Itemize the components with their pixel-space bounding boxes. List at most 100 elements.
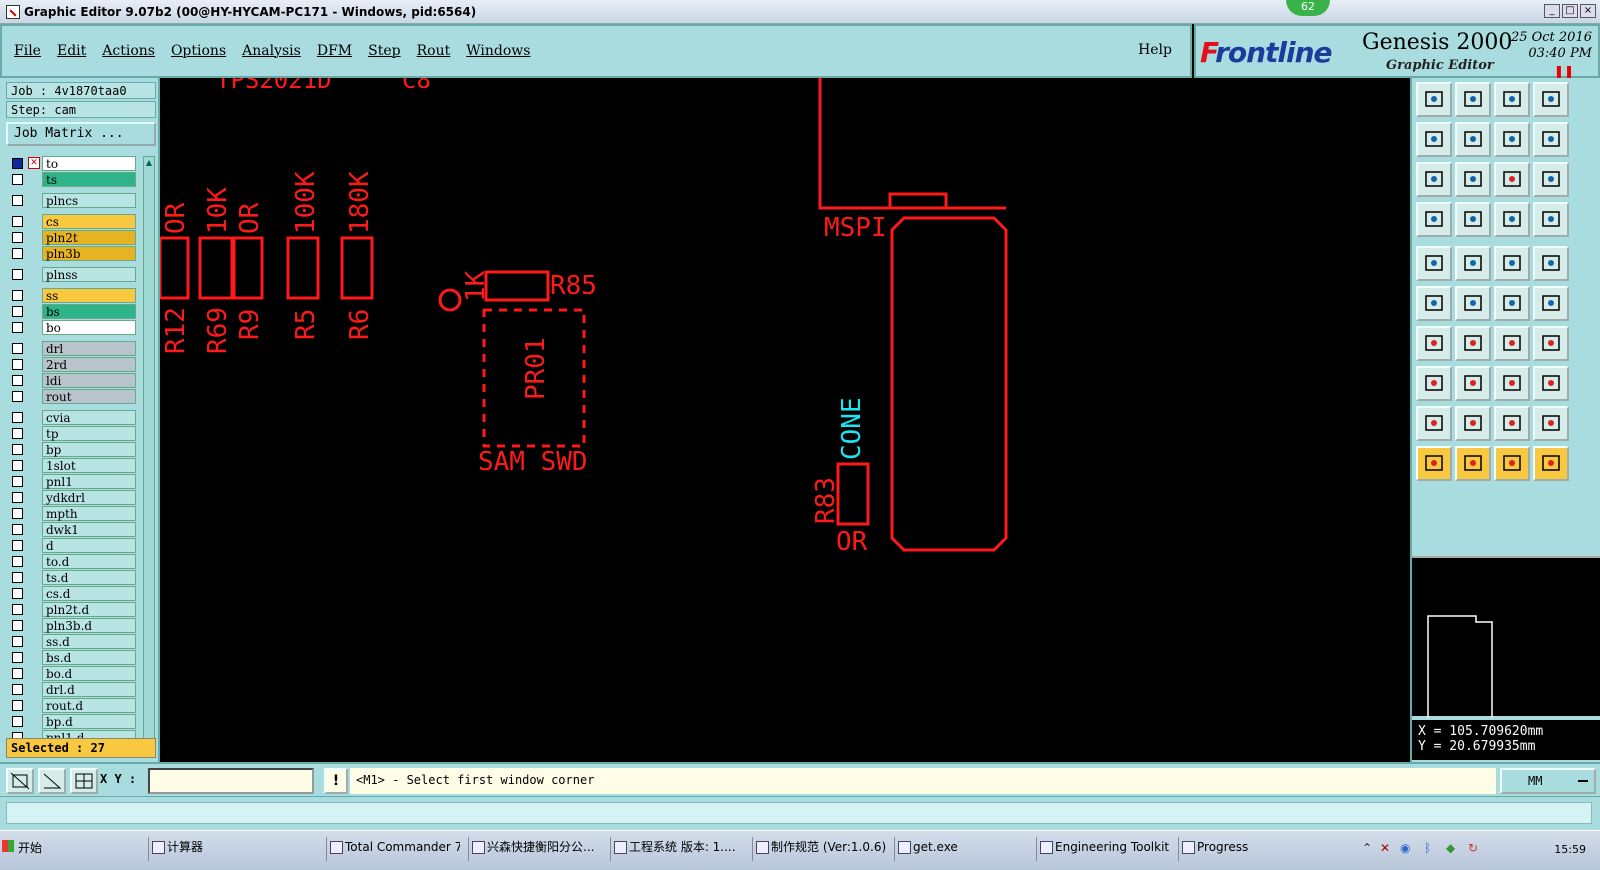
layer-row[interactable]: plnss — [10, 267, 138, 282]
layer-row[interactable]: rout.d — [10, 698, 138, 713]
text4-icon[interactable] — [1533, 406, 1569, 441]
menu-edit[interactable]: Edit — [57, 43, 86, 59]
zoom-window-icon[interactable] — [6, 768, 34, 794]
task-spec[interactable]: 制作规范 (Ver:1.0.6) — [752, 837, 886, 861]
layer-checkbox[interactable] — [12, 460, 23, 471]
task-total-commander[interactable]: Total Commander 7.0... — [326, 837, 460, 861]
pan-icon[interactable] — [1494, 122, 1530, 157]
start-button[interactable]: 开始 — [2, 839, 42, 856]
warning-icon[interactable]: ! — [324, 768, 348, 794]
minimize-button[interactable]: _ — [1544, 4, 1560, 18]
zoom-in-icon[interactable] — [1416, 162, 1452, 197]
text-icon[interactable] — [1416, 406, 1452, 441]
task-progress[interactable]: Progress — [1178, 837, 1312, 861]
tray-chevron-icon[interactable]: ⌃ — [1362, 841, 1372, 855]
connect-icon[interactable] — [1494, 286, 1530, 321]
group-icon[interactable] — [1533, 366, 1569, 401]
layer-row[interactable]: ts.d — [10, 570, 138, 585]
layer-checkbox[interactable] — [12, 232, 23, 243]
layer-row[interactable]: bs — [10, 304, 138, 319]
tray-x-icon[interactable]: ✕ — [1380, 841, 1390, 855]
tray-bluetooth-icon[interactable]: ᛒ — [1424, 841, 1431, 855]
layer-row[interactable]: drl.d — [10, 682, 138, 697]
dim-icon[interactable] — [1494, 366, 1530, 401]
minus-icon[interactable] — [1455, 366, 1491, 401]
select4-icon[interactable] — [1533, 446, 1569, 481]
layer-row[interactable]: 2rd — [10, 357, 138, 372]
text3-icon[interactable] — [1494, 406, 1530, 441]
save-icon[interactable] — [1455, 82, 1491, 117]
layer-row[interactable]: bp.d — [10, 714, 138, 729]
layer-row[interactable]: d — [10, 538, 138, 553]
layer-checkbox[interactable] — [12, 604, 23, 615]
units-selector[interactable]: MM — [1500, 768, 1596, 794]
menu-analysis[interactable]: Analysis — [242, 43, 301, 59]
line2-icon[interactable] — [1455, 326, 1491, 361]
layer-checkbox[interactable] — [12, 588, 23, 599]
layer-row[interactable]: ✕ to — [10, 156, 138, 171]
pause-icon[interactable]: ❚❚ — [1554, 64, 1574, 78]
zoom-out-icon[interactable] — [1455, 162, 1491, 197]
task-calculator[interactable]: 计算器 — [148, 837, 286, 861]
layer-checkbox[interactable] — [12, 359, 23, 370]
task-engineering-toolkit[interactable]: Engineering Toolkit 9.... — [1036, 837, 1170, 861]
layer-row[interactable]: pln3b — [10, 246, 138, 261]
layer-row[interactable]: plncs — [10, 193, 138, 208]
layer-checkbox[interactable] — [12, 508, 23, 519]
swap-icon[interactable] — [1533, 122, 1569, 157]
layer-row[interactable]: tp — [10, 426, 138, 441]
layer-checkbox[interactable] — [12, 290, 23, 301]
layer-row[interactable]: bs.d — [10, 650, 138, 665]
task-engineering-system[interactable]: 工程系统 版本: 1.... — [610, 837, 748, 861]
layer-row[interactable]: cs.d — [10, 586, 138, 601]
layer-checkbox[interactable] — [12, 306, 23, 317]
select2-icon[interactable] — [1455, 446, 1491, 481]
layer-checkbox[interactable] — [12, 428, 23, 439]
layer-row[interactable]: ydkdrl — [10, 490, 138, 505]
layer-checkbox[interactable] — [12, 636, 23, 647]
layer-row[interactable]: ldi — [10, 373, 138, 388]
layer-checkbox[interactable] — [12, 492, 23, 503]
layer-checkbox[interactable] — [12, 174, 23, 185]
layer-row[interactable]: bo.d — [10, 666, 138, 681]
layer-checkbox[interactable] — [12, 700, 23, 711]
scale-1to1-icon[interactable] — [1494, 162, 1530, 197]
layer-checkbox[interactable] — [12, 322, 23, 333]
job-matrix-button[interactable]: Job Matrix ... — [6, 122, 156, 146]
draw-icon[interactable] — [1455, 246, 1491, 281]
layer-checkbox[interactable] — [12, 556, 23, 567]
menu-options[interactable]: Options — [171, 43, 226, 59]
layer-checkbox[interactable] — [12, 412, 23, 423]
connect2-icon[interactable] — [1533, 286, 1569, 321]
xy-input[interactable] — [148, 768, 314, 794]
cross-icon[interactable] — [1455, 286, 1491, 321]
layer-scrollbar[interactable]: ▲ ▼ — [143, 156, 155, 754]
line-icon[interactable] — [1416, 326, 1452, 361]
task-get-exe[interactable]: get.exe — [894, 837, 1032, 861]
layer-row[interactable]: to.d — [10, 554, 138, 569]
pad-icon[interactable] — [1416, 366, 1452, 401]
record-icon[interactable] — [1416, 246, 1452, 281]
layer-row[interactable]: bp — [10, 442, 138, 457]
layer-select-icon[interactable] — [1533, 202, 1569, 237]
menu-windows[interactable]: Windows — [466, 43, 530, 59]
help-icon[interactable] — [1533, 162, 1569, 197]
layer-checkbox[interactable] — [12, 684, 23, 695]
menu-dfm[interactable]: DFM — [317, 43, 352, 59]
close-button[interactable]: × — [1580, 4, 1596, 18]
layer-row[interactable]: cvia — [10, 410, 138, 425]
layer-row[interactable]: cs — [10, 214, 138, 229]
layer-checkbox[interactable] — [12, 391, 23, 402]
edge-icon[interactable] — [1533, 326, 1569, 361]
layer-checkbox[interactable] — [12, 158, 23, 169]
ruler-icon[interactable] — [1494, 246, 1530, 281]
layer-red-icon[interactable] — [1494, 202, 1530, 237]
tray-shield-icon[interactable]: ◆ — [1446, 841, 1455, 855]
layer-checkbox[interactable] — [12, 444, 23, 455]
maximize-button[interactable]: □ — [1562, 4, 1578, 18]
pcb-drawing[interactable]: TPS2021D C8 R12 OR R69 10K R9 OR R5 100K… — [160, 78, 1410, 762]
node-icon[interactable] — [1416, 286, 1452, 321]
layer-row[interactable]: ts — [10, 172, 138, 187]
layer-checkbox[interactable] — [12, 343, 23, 354]
layer-row[interactable]: ss.d — [10, 634, 138, 649]
